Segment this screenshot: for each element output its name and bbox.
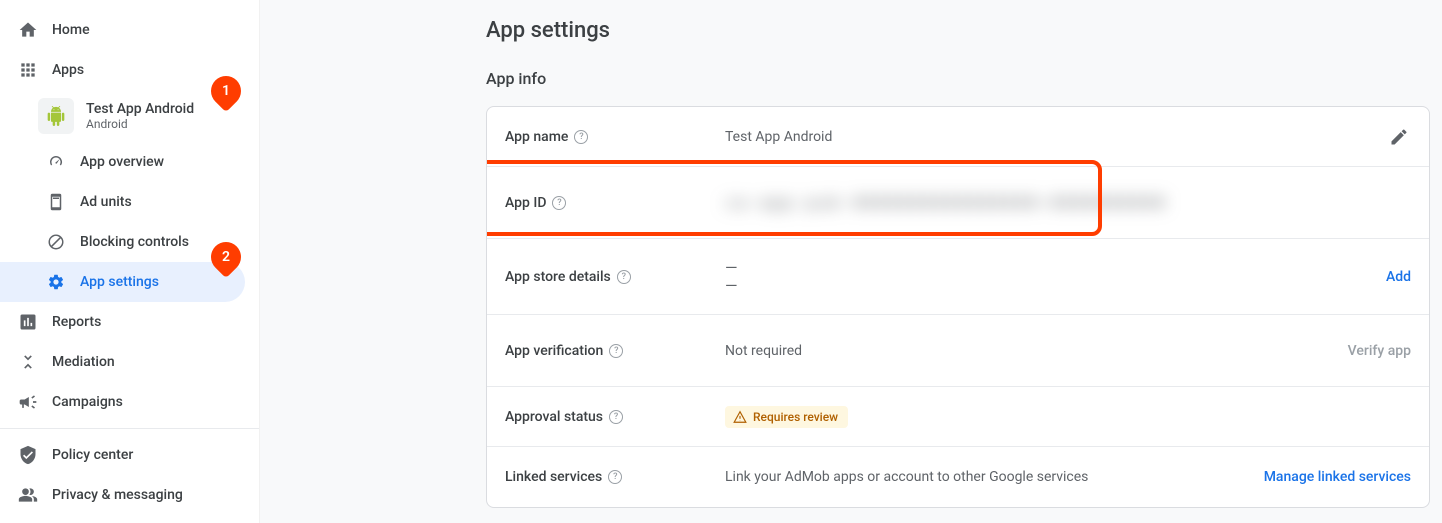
settings-icon [46,272,66,292]
sidebar-item-label: Reports [52,314,101,330]
sidebar-item-label: Ad units [80,194,132,210]
value-verification: Not required [725,343,1332,359]
row-linked: Linked services ? Link your AdMob apps o… [487,447,1429,507]
sidebar-item-label: Privacy & messaging [52,487,183,503]
help-icon[interactable]: ? [608,470,622,484]
main-content: App settings App info App name ? Test Ap… [260,0,1442,523]
sidebar-item-label: Blocking controls [80,234,189,250]
add-store-button[interactable]: Add [1386,269,1411,285]
row-approval: Approval status ? Requires review [487,387,1429,447]
sidebar-item-privacy[interactable]: Privacy & messaging [0,475,259,515]
help-icon[interactable]: ? [609,410,623,424]
mediation-icon [16,350,40,374]
sidebar-divider [0,428,259,429]
value-app-id: ca-app-pub-0000000000000000~0000000000 [725,193,1167,212]
sidebar-current-app[interactable]: Test App Android Android 1 [0,90,259,142]
apps-icon [16,58,40,82]
row-app-name: App name ? Test App Android [487,107,1429,167]
sidebar-item-label: App overview [80,154,164,170]
ad-units-icon [46,192,66,212]
edit-button[interactable] [1387,125,1411,149]
help-icon[interactable]: ? [617,270,631,284]
label-verification: App verification [505,343,603,359]
sidebar-item-app-settings[interactable]: App settings [0,262,245,302]
label-linked: Linked services [505,469,602,485]
android-icon [38,98,74,134]
app-info-card: App name ? Test App Android App ID ? ca-… [486,106,1430,508]
sidebar-item-label: Home [52,22,90,38]
sidebar: Home Apps Test App Android Android 1 App… [0,0,260,523]
sidebar-item-home[interactable]: Home [0,10,259,50]
row-app-store: App store details ? — — Add [487,239,1429,315]
label-store: App store details [505,269,611,285]
page-title: App settings [486,18,1430,43]
reports-icon [16,310,40,334]
label-app-name: App name [505,129,568,145]
sidebar-item-campaigns[interactable]: Campaigns [0,382,259,422]
sidebar-item-label: Campaigns [52,394,123,410]
manage-linked-button[interactable]: Manage linked services [1264,469,1411,485]
sidebar-item-ad-units[interactable]: Ad units [0,182,259,222]
speedometer-icon [46,152,66,172]
sidebar-item-label: Policy center [52,447,133,463]
help-icon[interactable]: ? [552,196,566,210]
value-app-name: Test App Android [725,129,1387,145]
sidebar-item-overview[interactable]: App overview [0,142,259,182]
sidebar-item-mediation[interactable]: Mediation [0,342,259,382]
value-linked: Link your AdMob apps or account to other… [725,469,1248,485]
sidebar-item-reports[interactable]: Reports [0,302,259,342]
sidebar-item-policy[interactable]: Policy center [0,435,259,475]
campaigns-icon [16,390,40,414]
home-icon [16,18,40,42]
verify-app-button: Verify app [1348,343,1411,359]
section-title: App info [486,69,1430,88]
sidebar-item-label: Apps [52,62,84,78]
row-verification: App verification ? Not required Verify a… [487,315,1429,387]
help-icon[interactable]: ? [609,344,623,358]
warning-icon [733,410,747,424]
block-icon [46,232,66,252]
value-store-1: — [725,259,1370,277]
help-icon[interactable]: ? [574,130,588,144]
sidebar-item-label: App settings [80,274,159,290]
label-app-id: App ID [505,195,546,211]
row-app-id: App ID ? ca-app-pub-0000000000000000~000… [487,167,1429,239]
value-store-2: — [725,277,1370,295]
current-app-name: Test App Android [86,101,194,117]
approval-badge: Requires review [725,406,848,428]
privacy-icon [16,483,40,507]
current-app-platform: Android [86,117,194,131]
sidebar-item-label: Mediation [52,354,115,370]
label-approval: Approval status [505,409,603,425]
shield-icon [16,443,40,467]
